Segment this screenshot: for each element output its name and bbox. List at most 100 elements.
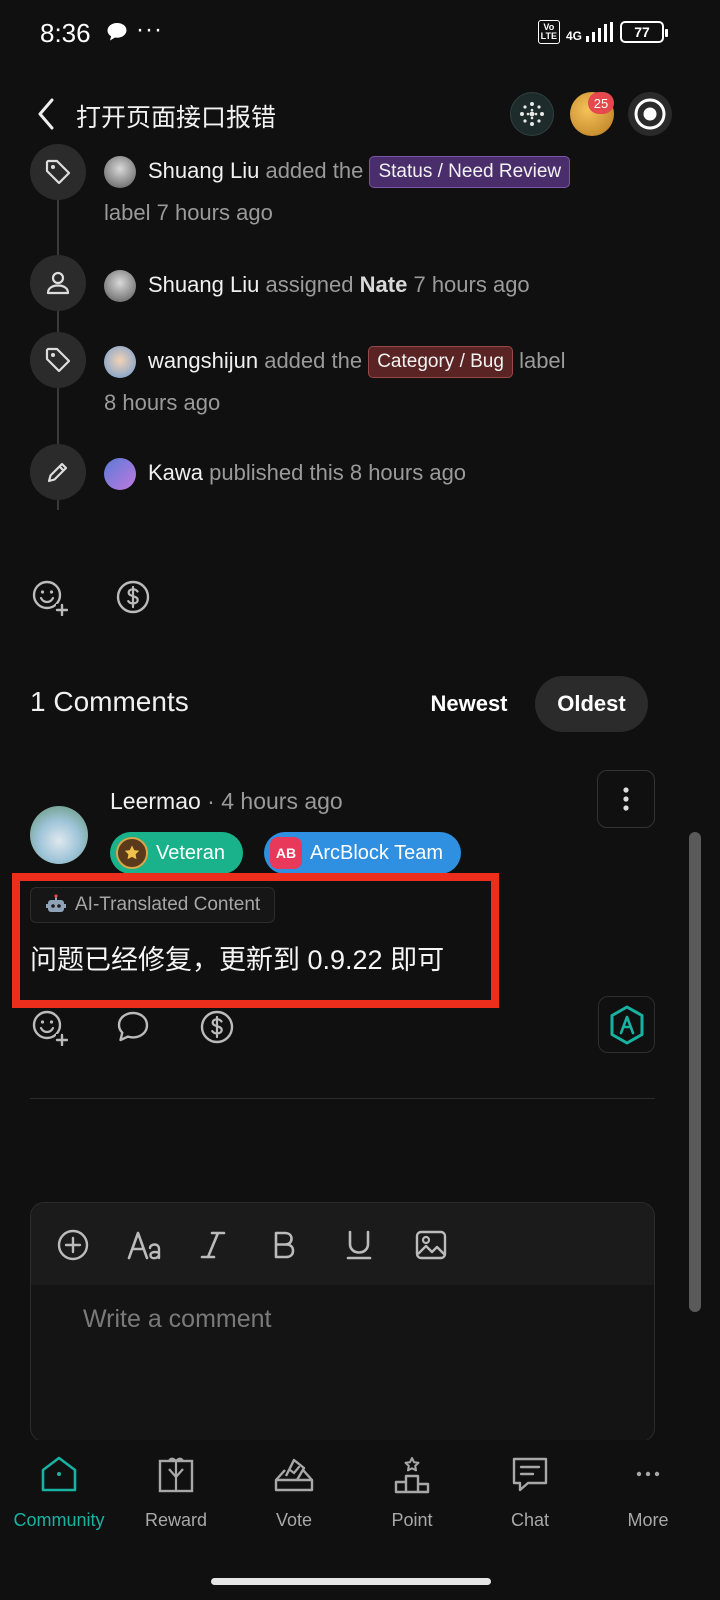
back-arrow-icon[interactable] xyxy=(32,96,64,132)
nav-community[interactable]: Community xyxy=(0,1452,118,1531)
timeline-action: added the xyxy=(264,348,363,373)
avatar xyxy=(104,458,136,491)
chat-bubble-icon xyxy=(117,1011,149,1042)
veteran-badge[interactable]: Veteran xyxy=(110,832,243,874)
arcblock-team-badge[interactable]: AB ArcBlock Team xyxy=(264,832,462,874)
bold-icon xyxy=(274,1231,295,1259)
meta-separator: · xyxy=(207,788,215,814)
nav-chat[interactable]: Chat xyxy=(471,1452,589,1531)
scrollbar[interactable] xyxy=(689,832,701,1312)
timeline-tag-icon xyxy=(30,332,86,388)
tip-button[interactable] xyxy=(114,578,152,616)
dollar-icon xyxy=(116,580,150,614)
nav-point[interactable]: Point xyxy=(353,1452,471,1531)
network-indicator: 4G xyxy=(566,22,614,42)
sort-newest-button[interactable]: Newest xyxy=(420,678,518,730)
comment-meta: Leermao · 4 hours ago xyxy=(110,788,343,815)
timeline-time: 8 hours ago xyxy=(104,390,221,415)
status-more-dots: ··· xyxy=(136,16,163,43)
nav-label: Community xyxy=(13,1510,105,1530)
nav-vote[interactable]: Vote xyxy=(235,1452,353,1531)
nav-label: More xyxy=(627,1510,669,1530)
comment-editor: Write a comment xyxy=(30,1202,655,1442)
underline-button[interactable] xyxy=(339,1225,379,1265)
timeline-time: 7 hours ago xyxy=(413,272,530,297)
nav-reward[interactable]: Reward xyxy=(117,1452,235,1531)
signal-icon xyxy=(586,22,613,42)
timeline-user[interactable]: Kawa xyxy=(148,460,203,485)
podium-icon xyxy=(390,1452,434,1496)
avatar xyxy=(104,346,136,379)
timeline-item: wangshijun added the Category / Bug labe… xyxy=(104,340,664,424)
bottom-nav: Community Reward Vote Point Chat More xyxy=(0,1440,720,1600)
timeline-time: 8 hours ago xyxy=(349,460,467,485)
smile-plus-icon xyxy=(32,1010,69,1047)
label-chip[interactable]: Status / Need Review xyxy=(369,156,571,189)
add-reaction-button[interactable] xyxy=(30,1008,69,1047)
nav-label: Point xyxy=(391,1510,433,1530)
timeline-user[interactable]: wangshijun xyxy=(148,348,258,373)
nav-label: Chat xyxy=(510,1510,550,1530)
image-icon xyxy=(415,1230,447,1260)
notification-badge: 25 xyxy=(588,92,614,114)
battery-icon: 77 xyxy=(620,21,668,43)
comment-time: 4 hours ago xyxy=(221,788,343,814)
timeline-action: published this xyxy=(209,460,344,485)
dollar-icon xyxy=(200,1010,234,1044)
timeline-user[interactable]: Shuang Liu xyxy=(148,158,259,183)
badge-label: Veteran xyxy=(156,841,225,864)
pencil-icon xyxy=(47,462,68,483)
timeline-suffix: label xyxy=(104,200,151,225)
app-switcher-button[interactable] xyxy=(510,92,554,136)
comment-author[interactable]: Leermao xyxy=(110,788,201,814)
timeline-action: assigned xyxy=(265,272,354,297)
arcblock-ai-button[interactable] xyxy=(598,996,655,1053)
home-icon xyxy=(37,1452,81,1496)
more-vertical-icon xyxy=(623,787,629,811)
arcblock-logo-icon: AB xyxy=(270,837,302,869)
status-indicators: Vo LTE 4G 77 xyxy=(537,20,668,44)
comments-title: 1 Comments xyxy=(30,686,189,717)
comment-more-button[interactable] xyxy=(597,770,655,828)
reply-button[interactable] xyxy=(114,1008,152,1046)
tip-button[interactable] xyxy=(198,1008,236,1046)
label-chip[interactable]: Category / Bug xyxy=(368,346,513,379)
font-size-button[interactable] xyxy=(125,1225,165,1265)
arcblock-hex-icon xyxy=(610,1005,643,1044)
bold-button[interactable] xyxy=(265,1225,305,1265)
timeline-user[interactable]: Shuang Liu xyxy=(148,272,259,297)
network-type: 4G xyxy=(565,29,582,43)
timeline-user-icon xyxy=(30,255,86,311)
timeline-action: added the xyxy=(265,158,364,183)
battery-level: 77 xyxy=(634,24,650,40)
timeline-item: Shuang Liu assigned Nate 7 hours ago xyxy=(104,264,664,306)
home-indicator[interactable] xyxy=(211,1578,491,1585)
text-size-icon xyxy=(127,1231,161,1260)
network-nodes-icon xyxy=(520,102,544,126)
insert-button[interactable] xyxy=(53,1225,93,1265)
timeline-time: 7 hours ago xyxy=(156,200,273,225)
comment-author-avatar[interactable] xyxy=(30,806,88,864)
add-reaction-button[interactable] xyxy=(30,578,69,617)
comment-input[interactable]: Write a comment xyxy=(83,1305,271,1334)
status-time: 8:36 xyxy=(40,18,91,48)
sort-oldest-button[interactable]: Oldest xyxy=(535,676,648,732)
timeline-item: Kawa published this 8 hours ago xyxy=(104,452,664,494)
insert-image-button[interactable] xyxy=(411,1225,451,1265)
smile-plus-icon xyxy=(32,580,69,617)
more-icon xyxy=(626,1452,670,1496)
timeline-assignee[interactable]: Nate xyxy=(360,272,408,297)
italic-button[interactable] xyxy=(193,1225,233,1265)
avatar xyxy=(104,156,136,189)
volte-icon: Vo LTE xyxy=(537,20,560,44)
ballot-icon xyxy=(272,1452,316,1496)
medal-icon xyxy=(116,837,148,869)
underline-icon xyxy=(346,1230,372,1260)
avatar xyxy=(104,270,136,303)
divider xyxy=(30,1098,655,1099)
nav-more[interactable]: More xyxy=(589,1452,707,1531)
tag-icon xyxy=(45,347,71,373)
gift-icon xyxy=(154,1452,198,1496)
page-title: 打开页面接口报错 xyxy=(76,104,277,132)
record-button[interactable] xyxy=(628,92,672,136)
